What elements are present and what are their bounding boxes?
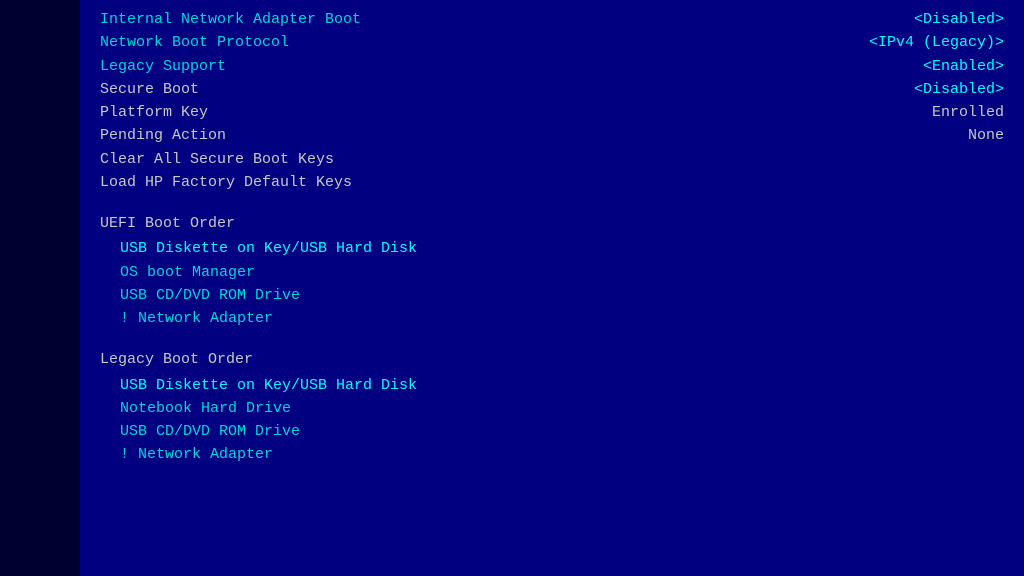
row-pending-action: Pending Action None bbox=[100, 124, 1004, 147]
label-pending-action: Pending Action bbox=[100, 124, 226, 147]
spacer-1 bbox=[100, 194, 1004, 202]
row-network-boot-protocol: Network Boot Protocol <IPv4 (Legacy)> bbox=[100, 31, 1004, 54]
label-secure-boot: Secure Boot bbox=[100, 78, 199, 101]
uefi-item-os-boot-manager[interactable]: OS boot Manager bbox=[100, 261, 1004, 284]
uefi-item-network-adapter[interactable]: ! Network Adapter bbox=[100, 307, 1004, 330]
value-platform-key: Enrolled bbox=[932, 101, 1004, 124]
value-legacy-support: <Enabled> bbox=[923, 55, 1004, 78]
row-clear-secure-boot[interactable]: Clear All Secure Boot Keys bbox=[100, 148, 1004, 171]
row-load-hp-keys[interactable]: Load HP Factory Default Keys bbox=[100, 171, 1004, 194]
label-network-boot-protocol: Network Boot Protocol bbox=[100, 31, 289, 54]
row-secure-boot: Secure Boot <Disabled> bbox=[100, 78, 1004, 101]
value-internal-network: <Disabled> bbox=[914, 8, 1004, 31]
row-internal-network: Internal Network Adapter Boot <Disabled> bbox=[100, 8, 1004, 31]
legacy-item-usb-diskette[interactable]: USB Diskette on Key/USB Hard Disk bbox=[100, 374, 1004, 397]
uefi-item-usb-cdvd-rom[interactable]: USB CD/DVD ROM Drive bbox=[100, 284, 1004, 307]
value-pending-action: None bbox=[968, 124, 1004, 147]
label-platform-key: Platform Key bbox=[100, 101, 208, 124]
row-platform-key: Platform Key Enrolled bbox=[100, 101, 1004, 124]
uefi-boot-order-header: UEFI Boot Order bbox=[100, 212, 1004, 235]
label-legacy-support: Legacy Support bbox=[100, 55, 226, 78]
legacy-item-usb-cdvd-rom[interactable]: USB CD/DVD ROM Drive bbox=[100, 420, 1004, 443]
row-legacy-support: Legacy Support <Enabled> bbox=[100, 55, 1004, 78]
spacer-2 bbox=[100, 330, 1004, 338]
value-network-boot-protocol: <IPv4 (Legacy)> bbox=[869, 31, 1004, 54]
left-panel bbox=[0, 0, 80, 576]
value-secure-boot: <Disabled> bbox=[914, 78, 1004, 101]
legacy-item-network-adapter[interactable]: ! Network Adapter bbox=[100, 443, 1004, 466]
label-clear-secure-boot: Clear All Secure Boot Keys bbox=[100, 148, 334, 171]
legacy-item-notebook-hdd[interactable]: Notebook Hard Drive bbox=[100, 397, 1004, 420]
bios-content: Internal Network Adapter Boot <Disabled>… bbox=[80, 0, 1024, 576]
uefi-item-usb-diskette[interactable]: USB Diskette on Key/USB Hard Disk bbox=[100, 237, 1004, 260]
legacy-boot-order-header: Legacy Boot Order bbox=[100, 348, 1004, 371]
label-internal-network: Internal Network Adapter Boot bbox=[100, 8, 361, 31]
label-load-hp-keys: Load HP Factory Default Keys bbox=[100, 171, 352, 194]
